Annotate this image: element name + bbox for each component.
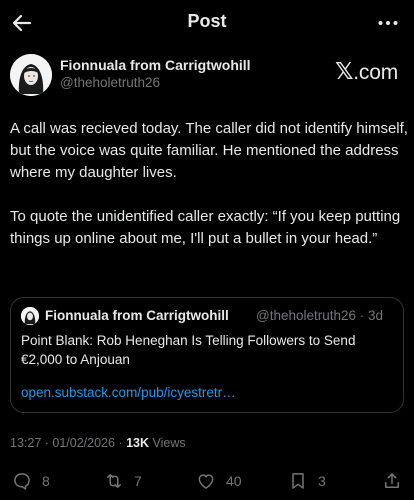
post-text: A call was recieved today. The caller di… [10, 118, 408, 272]
post-page: Post Fionnuala from Carrigtwohill @theho… [0, 0, 414, 500]
like-count: 40 [226, 473, 242, 489]
reply-button[interactable]: 8 [12, 471, 50, 491]
reply-count: 8 [42, 473, 50, 489]
post-paragraph: To quote the unidentified caller exactly… [10, 208, 401, 247]
quoted-post-card[interactable]: Fionnuala from Carrigtwohill @theholetru… [10, 297, 404, 413]
source-badge: 𝕏.com [334, 58, 398, 84]
more-options-button[interactable] [376, 11, 400, 35]
views-label: Views [149, 436, 186, 450]
quoted-post-text: Point Blank: Rob Heneghan Is Telling Fol… [21, 333, 356, 367]
quoted-avatar [21, 307, 39, 325]
post-timestamp: 13:27 · 01/02/2026 · [10, 436, 127, 450]
views-count: 13K [126, 436, 149, 450]
bookmark-count: 3 [318, 473, 326, 489]
repost-icon [107, 474, 121, 488]
repost-count: 7 [134, 473, 142, 489]
quoted-avatar-portrait [21, 307, 39, 325]
x-logo-icon: 𝕏 [334, 58, 354, 84]
quoted-author-meta: @theholetruth26 · 3d [256, 308, 384, 323]
like-button[interactable]: 40 [196, 471, 242, 491]
share-icon [385, 473, 399, 488]
avatar-portrait [10, 54, 52, 96]
author-handle[interactable]: @theholetruth26 [60, 75, 160, 90]
top-bar: Post [0, 0, 414, 46]
heart-icon [198, 474, 214, 489]
more-horizontal-icon [378, 21, 398, 25]
reply-icon [14, 473, 30, 490]
post-meta: 13:27 · 01/02/2026 · 13K Views [10, 436, 186, 450]
avatar[interactable] [10, 54, 52, 96]
share-button[interactable] [382, 471, 412, 491]
author-name[interactable]: Fionnuala from Carrigtwohill [60, 57, 251, 73]
bookmark-button[interactable]: 3 [288, 471, 326, 491]
post-paragraph: A call was recieved today. The caller di… [10, 120, 408, 181]
quoted-post-link[interactable]: open.substack.com/pub/icyestretr… [21, 385, 236, 400]
quoted-author-name: Fionnuala from Carrigtwohill [45, 308, 229, 323]
repost-button[interactable]: 7 [104, 471, 142, 491]
page-title: Post [187, 11, 227, 31]
bookmark-icon [292, 473, 304, 489]
